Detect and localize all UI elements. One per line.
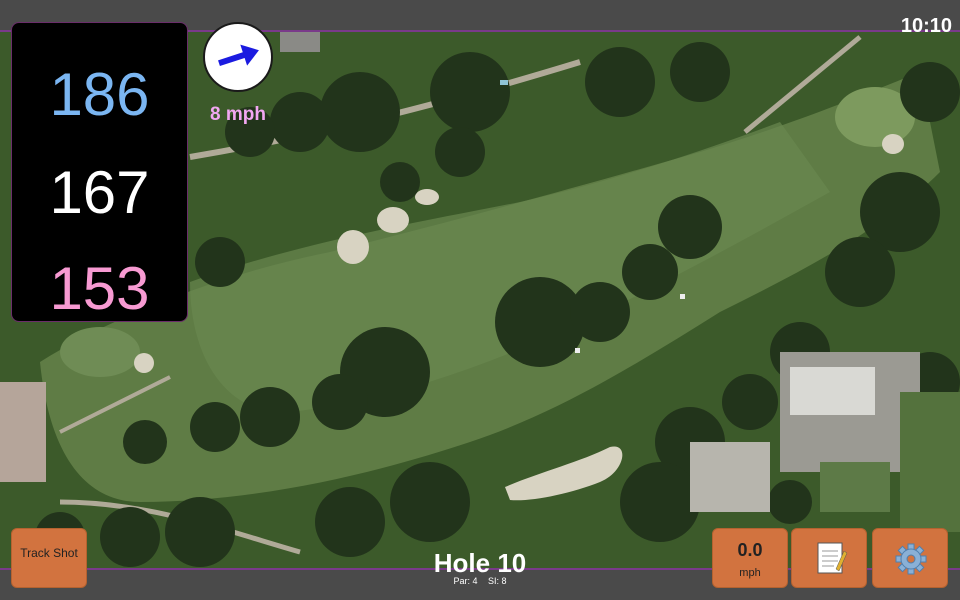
speed-unit: mph: [739, 567, 761, 579]
yardage-panel: 186 167 153: [11, 22, 188, 322]
back-yardage: 186: [49, 61, 150, 128]
speed-button[interactable]: 0.0 mph: [712, 528, 788, 588]
hole-title: Hole 10: [433, 548, 527, 578]
hole-par: Par: 4: [453, 576, 478, 586]
track-shot-button[interactable]: Track Shot: [11, 528, 87, 588]
gear-icon: [895, 543, 927, 575]
clock: 10:10: [900, 15, 952, 37]
wind-direction-dial: [203, 22, 273, 92]
wind-speed: 8 mph: [210, 104, 266, 125]
middle-yardage: 167: [49, 159, 150, 226]
hole-stroke-index: SI: 8: [488, 576, 507, 586]
hole-info: Par: 4 SI: 8: [400, 576, 560, 587]
notepad-icon: [817, 542, 848, 574]
front-yardage: 153: [49, 255, 150, 322]
settings-button[interactable]: [872, 528, 948, 588]
arrow-right-icon: [218, 44, 259, 67]
notes-button[interactable]: [791, 528, 867, 588]
speed-value: 0.0: [737, 540, 763, 560]
